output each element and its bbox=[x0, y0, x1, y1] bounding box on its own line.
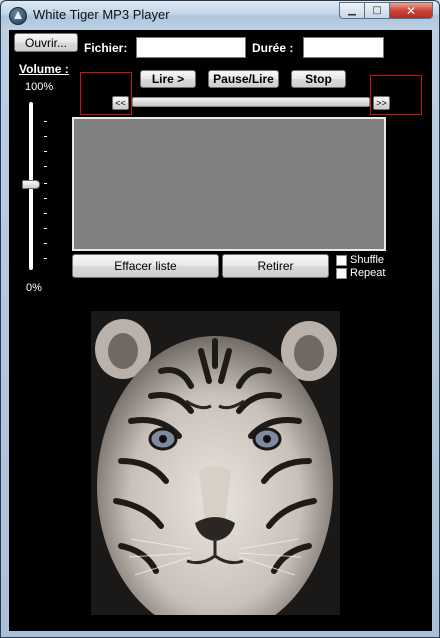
repeat-checkbox[interactable]: Repeat bbox=[336, 267, 385, 279]
volume-tick bbox=[44, 121, 47, 122]
next-button[interactable]: >> bbox=[373, 96, 390, 110]
volume-tick bbox=[44, 228, 47, 229]
repeat-box[interactable] bbox=[336, 267, 347, 279]
window-controls: ▁ □ ✕ bbox=[339, 2, 433, 20]
play-button[interactable]: Lire > bbox=[140, 70, 196, 88]
volume-tick bbox=[44, 166, 47, 167]
player-window: White Tiger MP3 Player ▁ □ ✕ Ouvrir... F… bbox=[0, 0, 440, 638]
stop-button[interactable]: Stop bbox=[291, 70, 346, 88]
duration-label: Durée : bbox=[252, 41, 294, 55]
volume-tick bbox=[44, 243, 47, 244]
window-title: White Tiger MP3 Player bbox=[33, 7, 170, 22]
volume-min-label: 0% bbox=[26, 282, 42, 294]
minimize-button[interactable]: ▁ bbox=[339, 2, 365, 19]
tiger-illustration bbox=[91, 311, 340, 615]
volume-max-label: 100% bbox=[25, 81, 54, 93]
app-icon bbox=[9, 7, 27, 25]
maximize-icon: □ bbox=[372, 5, 382, 16]
shuffle-label: Shuffle bbox=[350, 254, 385, 266]
shuffle-checkbox[interactable]: Shuffle bbox=[336, 254, 384, 266]
pause-button[interactable]: Pause/Lire bbox=[208, 70, 279, 88]
maximize-button[interactable]: □ bbox=[365, 2, 390, 19]
volume-tick bbox=[44, 213, 47, 214]
previous-button[interactable]: << bbox=[112, 96, 129, 110]
playlist-box[interactable] bbox=[72, 117, 386, 251]
minimize-icon: ▁ bbox=[348, 5, 356, 16]
volume-tick bbox=[44, 258, 47, 259]
file-field[interactable] bbox=[136, 37, 246, 58]
repeat-label: Repeat bbox=[350, 267, 386, 279]
duration-field[interactable] bbox=[303, 37, 384, 58]
volume-label: Volume : bbox=[19, 62, 69, 76]
clear-list-button[interactable]: Effacer liste bbox=[72, 254, 219, 278]
seek-bar[interactable] bbox=[132, 97, 370, 107]
volume-tick bbox=[44, 151, 47, 152]
close-icon: ✕ bbox=[405, 3, 417, 18]
shuffle-box[interactable] bbox=[336, 254, 347, 266]
title-bar[interactable]: White Tiger MP3 Player ▁ □ ✕ bbox=[1, 1, 439, 29]
volume-thumb[interactable] bbox=[22, 180, 40, 189]
white-tiger-image bbox=[91, 311, 340, 615]
volume-tick bbox=[44, 183, 47, 184]
client-area: Ouvrir... Fichier: Durée : Volume : 100%… bbox=[9, 30, 432, 631]
volume-tick bbox=[44, 136, 47, 137]
file-label: Fichier: bbox=[84, 41, 128, 55]
open-button[interactable]: Ouvrir... bbox=[14, 33, 78, 52]
volume-tick bbox=[44, 198, 47, 199]
remove-button[interactable]: Retirer bbox=[222, 254, 329, 278]
close-button[interactable]: ✕ bbox=[390, 2, 433, 19]
